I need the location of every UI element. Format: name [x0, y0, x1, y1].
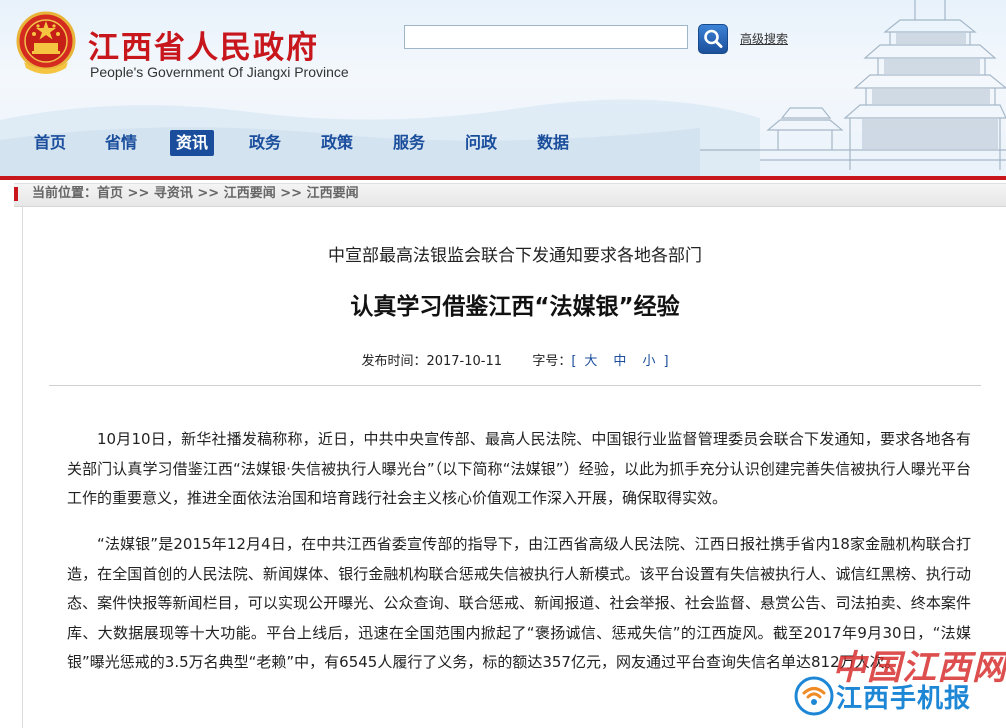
article-lead-title: 中宣部最高法银监会联合下发通知要求各地各部门	[328, 246, 702, 266]
nav-item-services[interactable]: 服务	[387, 130, 431, 156]
published-date: 2017-10-11	[426, 354, 503, 369]
advanced-search-link[interactable]: 高级搜索	[740, 30, 788, 47]
nav-item-province-info[interactable]: 省情	[99, 130, 143, 156]
breadcrumb: 当前位置：首页 >> 寻资讯 >> 江西要闻 >> 江西要闻	[14, 183, 1006, 207]
font-size-label: 字号：	[532, 354, 572, 369]
wifi-icon	[794, 676, 834, 716]
site-subtitle: People's Government Of Jiangxi Province	[90, 64, 349, 80]
watermark-label: 江西手机报	[836, 684, 972, 714]
search-icon	[704, 29, 723, 48]
font-size-large-button[interactable]: 大	[584, 354, 597, 369]
breadcrumb-prefix: 当前位置：	[32, 186, 98, 201]
watermark: 中国江西网 江西手机报	[790, 640, 1006, 728]
published-label: 发布时间：	[361, 354, 427, 369]
font-size-open-bracket: [	[571, 354, 577, 369]
breadcrumb-separator: >>	[192, 186, 224, 201]
font-size-small-button[interactable]: 小	[642, 354, 655, 369]
header-divider	[0, 176, 1006, 180]
nav-item-data[interactable]: 数据	[531, 130, 575, 156]
search-input[interactable]	[404, 25, 688, 49]
search-button[interactable]	[698, 24, 728, 54]
breadcrumb-link-home[interactable]: 首页	[97, 186, 123, 201]
national-emblem-icon	[16, 11, 76, 74]
breadcrumb-link-jiangxi-news-current[interactable]: 江西要闻	[307, 186, 359, 201]
breadcrumb-link-news[interactable]: 寻资讯	[154, 186, 193, 201]
site-title: 江西省人民政府	[88, 30, 319, 66]
font-size-close-bracket: ]	[663, 354, 669, 369]
nav-item-news[interactable]: 资讯	[170, 130, 215, 156]
breadcrumb-separator: >>	[123, 186, 154, 201]
breadcrumb-marker	[14, 187, 18, 201]
font-size-medium-button[interactable]: 中	[613, 354, 626, 369]
site-header: 江西省人民政府 People's Government Of Jiangxi P…	[0, 0, 1006, 176]
article-title: 认真学习借鉴江西“法媒银”经验	[350, 294, 680, 320]
article-divider	[49, 385, 981, 386]
nav-item-home[interactable]: 首页	[28, 130, 72, 156]
nav-item-government-affairs[interactable]: 政务	[243, 130, 287, 156]
breadcrumb-separator: >>	[275, 186, 307, 201]
article-paragraph: 10月10日，新华社播发稿称称，近日，中共中央宣传部、最高人民法院、中国银行业监…	[67, 430, 971, 507]
nav-item-inquiry[interactable]: 问政	[459, 130, 503, 156]
breadcrumb-link-jiangxi-news[interactable]: 江西要闻	[224, 186, 276, 201]
article-meta: 发布时间：2017-10-11 字号：[ 大 中 小]	[23, 350, 1006, 369]
nav-item-policy[interactable]: 政策	[315, 130, 359, 156]
